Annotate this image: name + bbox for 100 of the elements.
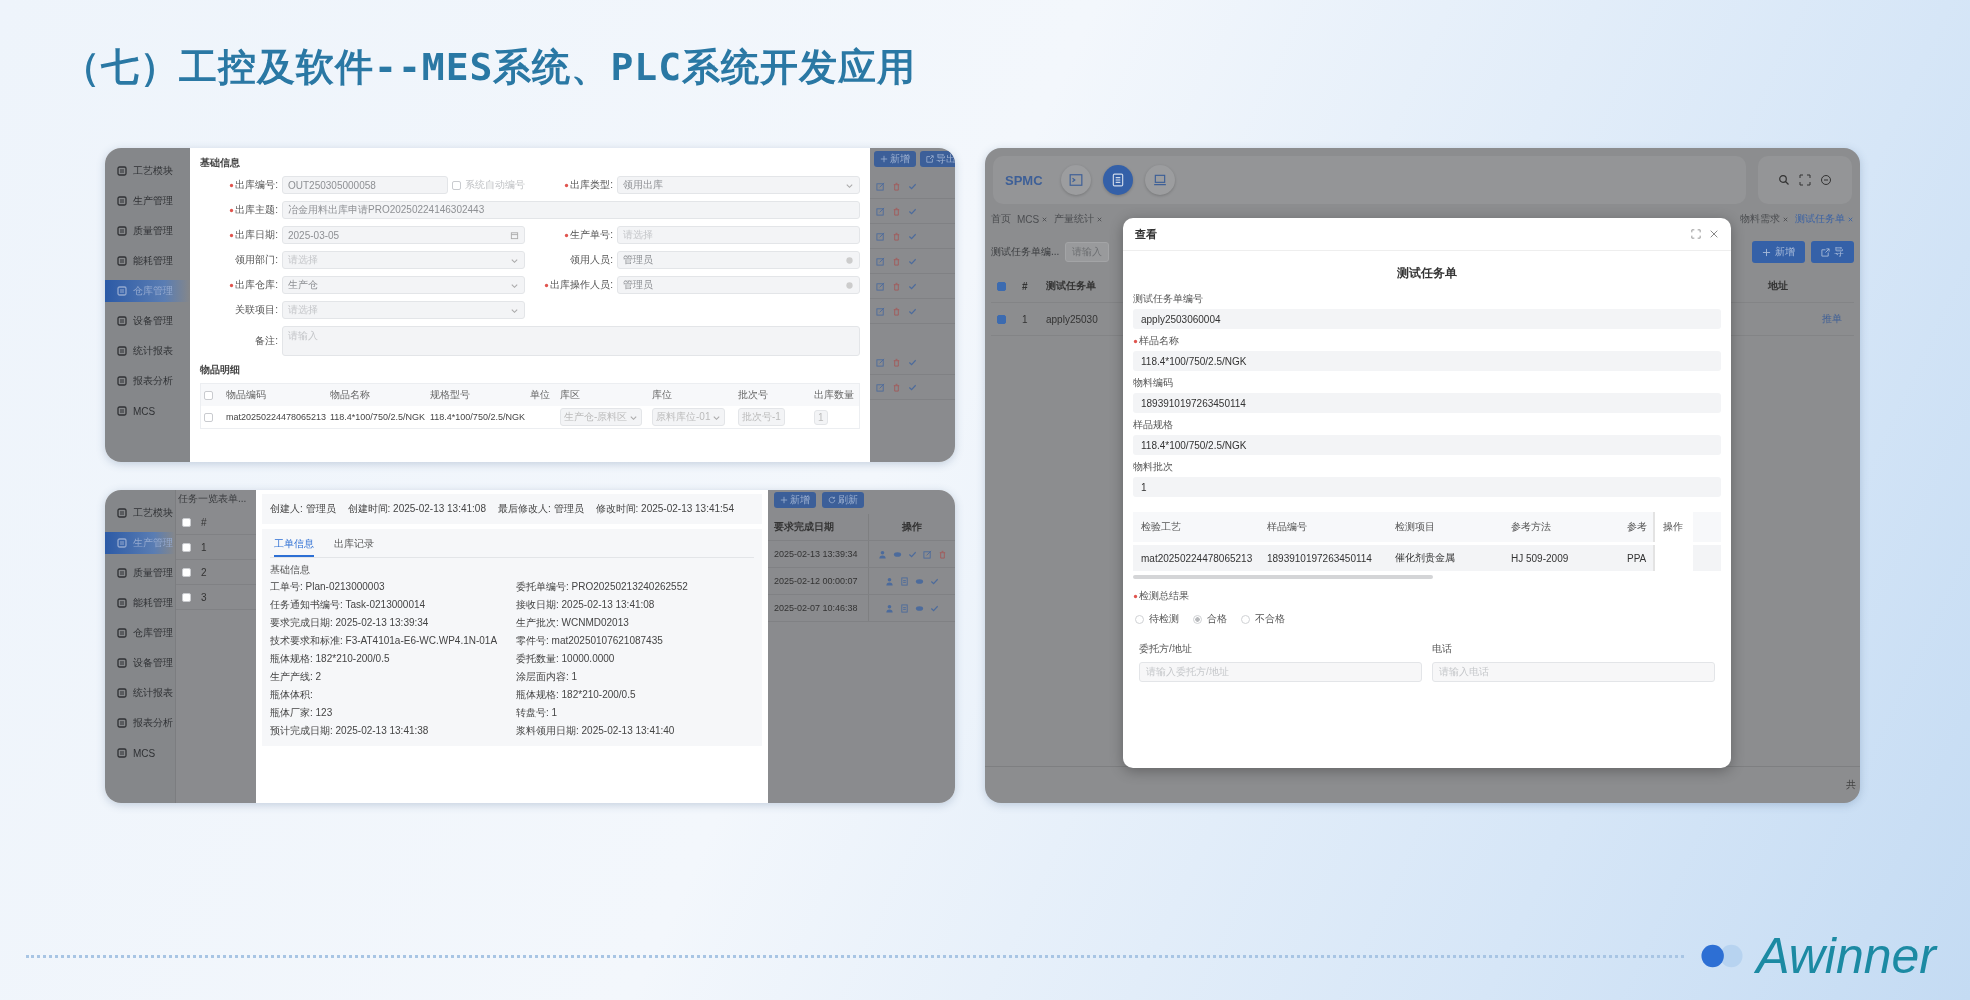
eye-icon[interactable] [892,549,902,559]
checkbox[interactable] [997,281,1006,291]
edit-icon[interactable] [876,382,885,392]
close-icon[interactable] [1709,229,1719,239]
page-tab[interactable]: 测试任务单 [1795,212,1854,226]
input-field[interactable]: 生产仓 [282,276,525,294]
radio-option[interactable]: 待检测 [1135,612,1179,626]
close-icon[interactable] [1782,215,1789,223]
tab[interactable]: 出库记录 [334,537,374,557]
person-icon[interactable] [877,549,887,559]
page-tab[interactable]: 首页 [991,212,1011,226]
radio-option[interactable]: 不合格 [1241,612,1285,626]
sidebar-item[interactable]: 设备管理 [105,652,175,674]
edit-icon[interactable] [922,549,932,559]
toolbar-button[interactable]: 新增 [774,492,816,508]
trash-icon[interactable] [892,181,901,191]
sidebar-item[interactable]: 设备管理 [105,310,190,332]
document-icon[interactable] [900,603,909,613]
sidebar-item[interactable]: 能耗管理 [105,250,190,272]
check-icon[interactable] [908,281,917,291]
sidebar-item[interactable]: MCS [105,742,175,764]
sidebar-item[interactable]: 生产管理 [105,190,190,212]
sidebar-item[interactable]: 报表分析 [105,712,175,734]
sidebar-item[interactable]: 统计报表 [105,340,190,362]
sidebar-item[interactable]: 统计报表 [105,682,175,704]
check-icon[interactable] [908,181,917,191]
edit-icon[interactable] [876,357,885,367]
trash-icon[interactable] [892,357,901,367]
sidebar-item[interactable]: 质量管理 [105,562,175,584]
input-field[interactable]: apply2503060004 [1133,309,1721,329]
search-icon[interactable] [1778,174,1790,186]
check-icon[interactable] [930,603,939,613]
sidebar-item[interactable]: MCS [105,400,190,422]
radio-button[interactable] [1241,614,1250,624]
fullscreen-icon[interactable] [1799,174,1811,186]
minus-circle-icon[interactable] [1820,174,1832,186]
checkbox[interactable] [997,314,1006,324]
check-icon[interactable] [908,306,917,316]
sidebar-item[interactable]: 仓库管理 [105,622,175,644]
trash-icon[interactable] [892,231,901,241]
person-icon[interactable] [885,603,894,613]
input-field[interactable]: 2025-03-05 [282,226,525,244]
input-field[interactable]: 118.4*100/750/2.5/NGK [1133,351,1721,371]
sidebar-item[interactable]: 报表分析 [105,370,190,392]
nav-button[interactable] [1102,165,1133,195]
input-field[interactable]: 冶金用料出库申请PRO20250224146302443 [282,201,860,219]
fullscreen-icon[interactable] [1691,229,1701,239]
input-field[interactable]: OUT250305000058 [282,176,448,194]
close-icon[interactable] [1096,215,1104,223]
page-tab[interactable]: MCS [1017,213,1049,225]
toolbar-button[interactable]: 刷新 [822,492,864,508]
input-field[interactable]: 1 [1133,477,1721,497]
check-icon[interactable] [908,256,917,266]
detail-text: 委托数量: 10000.0000 [516,652,616,666]
circle-icon [845,255,854,265]
eye-icon[interactable] [915,603,924,613]
trash-icon[interactable] [892,206,901,216]
input-field[interactable]: 管理员 [617,276,860,294]
input-field[interactable]: 领用出库 [617,176,860,194]
trash-icon[interactable] [892,382,901,392]
radio-button[interactable] [1193,614,1202,624]
sidebar-item[interactable]: 工艺模块 [105,502,175,524]
toolbar-button[interactable]: 新增 [874,151,916,167]
sidebar-item[interactable]: 质量管理 [105,220,190,242]
input-field[interactable]: 管理员 [617,251,860,269]
sidebar-item[interactable]: 能耗管理 [105,592,175,614]
edit-icon[interactable] [876,281,885,291]
toolbar-button[interactable]: 导 [1811,241,1854,263]
edit-icon[interactable] [876,181,885,191]
trash-icon[interactable] [892,256,901,266]
check-icon[interactable] [908,231,917,241]
toolbar-button[interactable]: 新增 [1752,241,1805,263]
close-icon[interactable] [1847,215,1854,223]
radio-option[interactable]: 合格 [1193,612,1227,626]
action-link[interactable]: 推单 [1822,312,1842,326]
check-icon[interactable] [908,382,917,392]
check-icon[interactable] [907,549,917,559]
scrollbar[interactable] [1133,575,1433,579]
eye-icon[interactable] [915,576,924,586]
edit-icon[interactable] [876,206,885,216]
edit-icon[interactable] [876,231,885,241]
nav-button[interactable] [1060,165,1091,195]
person-icon[interactable] [885,576,894,586]
detail-text: 任务通知书编号: Task-0213000014 [270,598,427,612]
trash-icon[interactable] [937,549,947,559]
document-icon[interactable] [900,576,909,586]
radio-button[interactable] [1135,614,1144,624]
close-icon[interactable] [1041,215,1049,223]
sidebar-item[interactable]: 工艺模块 [105,160,190,182]
check-icon[interactable] [930,576,939,586]
trash-icon[interactable] [892,281,901,291]
edit-icon[interactable] [876,306,885,316]
check-icon[interactable] [908,357,917,367]
edit-icon[interactable] [876,256,885,266]
check-icon[interactable] [908,206,917,216]
input-field[interactable]: 1893910197263450114 [1133,393,1721,413]
input-field[interactable]: 118.4*100/750/2.5/NGK [1133,435,1721,455]
trash-icon[interactable] [892,306,901,316]
tab[interactable]: 工单信息 [274,537,314,557]
nav-button[interactable] [1144,165,1175,195]
